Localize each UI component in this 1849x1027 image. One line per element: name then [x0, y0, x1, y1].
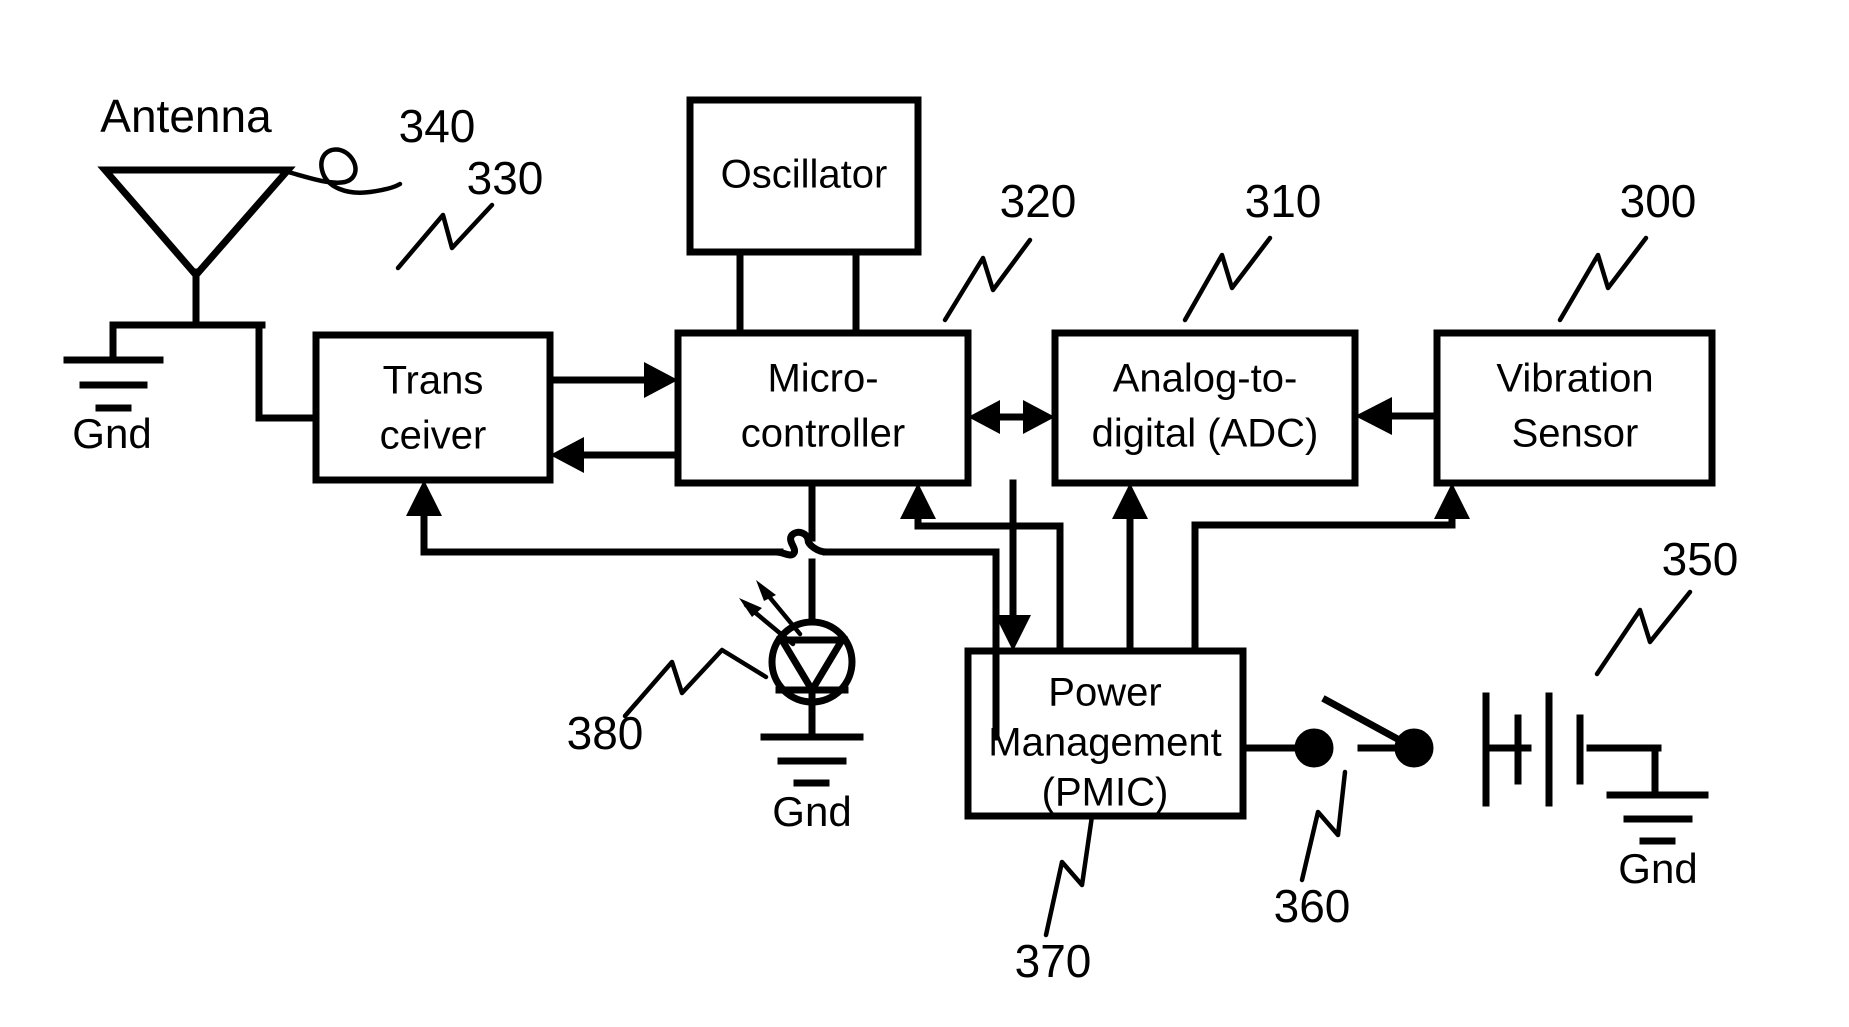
- ground-symbol-led: [760, 733, 864, 787]
- ref-number-300: 300: [1620, 175, 1697, 227]
- block-pmic-line1: Power: [1048, 671, 1161, 715]
- ref-lead-320: [942, 237, 1033, 323]
- power-rail-to-adc: [1112, 483, 1148, 655]
- switch-symbol[interactable]: [1294, 695, 1434, 768]
- block-transceiver-line1: Trans: [383, 359, 484, 403]
- arrow-transceiver-to-mcu: [546, 362, 678, 398]
- block-oscillator-line1: Oscillator: [721, 153, 888, 197]
- arrow-mcu-adc-bidirectional: [968, 400, 1055, 434]
- block-pmic-line3: (PMIC): [1042, 771, 1169, 815]
- block-vibration-sensor[interactable]: [1433, 329, 1716, 487]
- ref-number-320: 320: [1000, 175, 1077, 227]
- block-pmic-line2: Management: [988, 721, 1221, 765]
- block-diagram-svg: Antenna 340 Gnd Trans ceiver 330 Oscilla…: [63, 90, 1739, 987]
- ref-lead-380: [622, 647, 769, 719]
- arrow-mcu-to-transceiver: [550, 437, 682, 473]
- ground-label-led: Gnd: [772, 788, 851, 835]
- block-sensor-line2: Sensor: [1512, 412, 1639, 456]
- ref-number-340: 340: [399, 100, 476, 152]
- ref-number-360: 360: [1274, 880, 1351, 932]
- ref-lead-300: [1557, 235, 1649, 323]
- block-transceiver-line2: ceiver: [380, 414, 487, 458]
- ref-number-370: 370: [1015, 935, 1092, 987]
- ref-number-380: 380: [567, 707, 644, 759]
- ref-number-330: 330: [467, 152, 544, 204]
- block-adc[interactable]: [1051, 329, 1359, 487]
- patent-figure-canvas: Antenna 340 Gnd Trans ceiver 330 Oscilla…: [0, 0, 1849, 1027]
- block-microcontroller-line2: controller: [741, 412, 906, 456]
- ground-symbol-battery: [1606, 791, 1709, 845]
- power-rail-to-microcontroller: [900, 483, 1064, 655]
- antenna-label: Antenna: [100, 90, 272, 142]
- ref-lead-340: [285, 147, 403, 195]
- block-microcontroller-line1: Micro-: [767, 357, 878, 401]
- ref-lead-370: [1043, 813, 1095, 938]
- block-sensor-line1: Vibration: [1496, 357, 1653, 401]
- block-adc-line1: Analog-to-: [1113, 357, 1298, 401]
- block-transceiver[interactable]: [312, 331, 554, 484]
- ref-number-310: 310: [1245, 175, 1322, 227]
- power-rail-to-sensor: [1191, 483, 1470, 655]
- ground-label-battery: Gnd: [1618, 845, 1697, 892]
- arrow-sensor-to-adc: [1355, 397, 1441, 435]
- ref-lead-330: [395, 202, 495, 271]
- oscillator-to-microcontroller-legs: [736, 248, 860, 339]
- led-symbol: [739, 580, 856, 739]
- ground-symbol-antenna: [63, 356, 164, 412]
- ref-lead-310: [1182, 235, 1273, 323]
- antenna-symbol: [97, 166, 296, 329]
- block-adc-line2: digital (ADC): [1092, 412, 1319, 456]
- arrow-mcu-to-pmic: [995, 479, 1031, 651]
- block-microcontroller[interactable]: [674, 329, 972, 487]
- led-emission-arrows: [739, 580, 803, 647]
- ref-lead-360: [1299, 769, 1348, 883]
- ref-lead-350: [1594, 589, 1693, 677]
- ground-label-antenna: Gnd: [72, 410, 151, 457]
- ref-number-350: 350: [1662, 533, 1739, 585]
- antenna-feed-wires: [109, 321, 324, 422]
